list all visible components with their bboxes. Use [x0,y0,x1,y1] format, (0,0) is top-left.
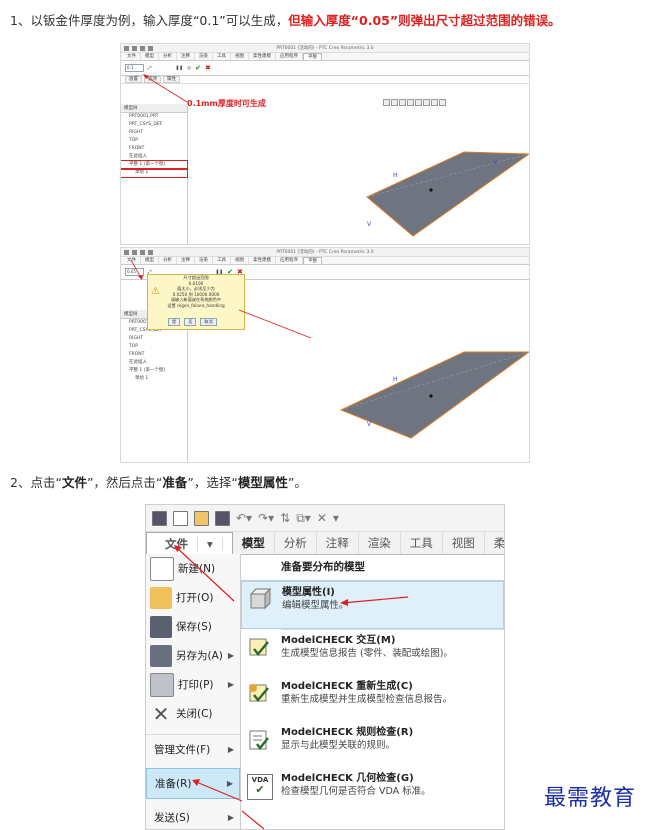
step2-prepare-keyword: 准备 [162,475,188,490]
step2-part: ”。 [287,475,307,490]
callout-arrow [143,74,188,103]
step2-properties-keyword: 模型属性 [237,475,288,490]
step1-text: 1、以钣金件厚度为例，输入厚度“0.1”可以生成，但输入厚度“0.05”则弹出尺… [10,12,561,30]
step2-part: ”，然后点击“ [86,475,163,490]
error-arrows [130,259,312,339]
step2-file-keyword: 文件 [61,475,87,490]
instruction-arrows [174,545,409,829]
step1-prefix: 1、以钣金件厚度为例，输入厚度“0.1”可以生成， [10,13,289,28]
cad-screenshot-thickness-ok: PRT0001 (活动的) - PTC Creo Parametric 3.0 … [120,43,530,245]
step2-part: 2、点击“ [10,475,62,490]
file-menu-screenshot: ↶▾ ↷▾ ⇅ ⧉▾ ✕ ▾ 文件▾ 模型 分析 注释 渲染 工具 视图 柔性建… [145,504,505,830]
cad-screenshot-thickness-error: PRT0001 (活动的) - PTC Creo Parametric 3.0 … [120,247,530,463]
step2-text: 2、点击“文件”，然后点击“准备”，选择“模型属性”。 [10,474,307,492]
step1-warning-text: 但输入厚度“0.05”则弹出尺寸超过范围的错误。 [288,13,561,28]
step2-part: ”，选择“ [187,475,238,490]
watermark: 最需教育 [544,786,637,811]
